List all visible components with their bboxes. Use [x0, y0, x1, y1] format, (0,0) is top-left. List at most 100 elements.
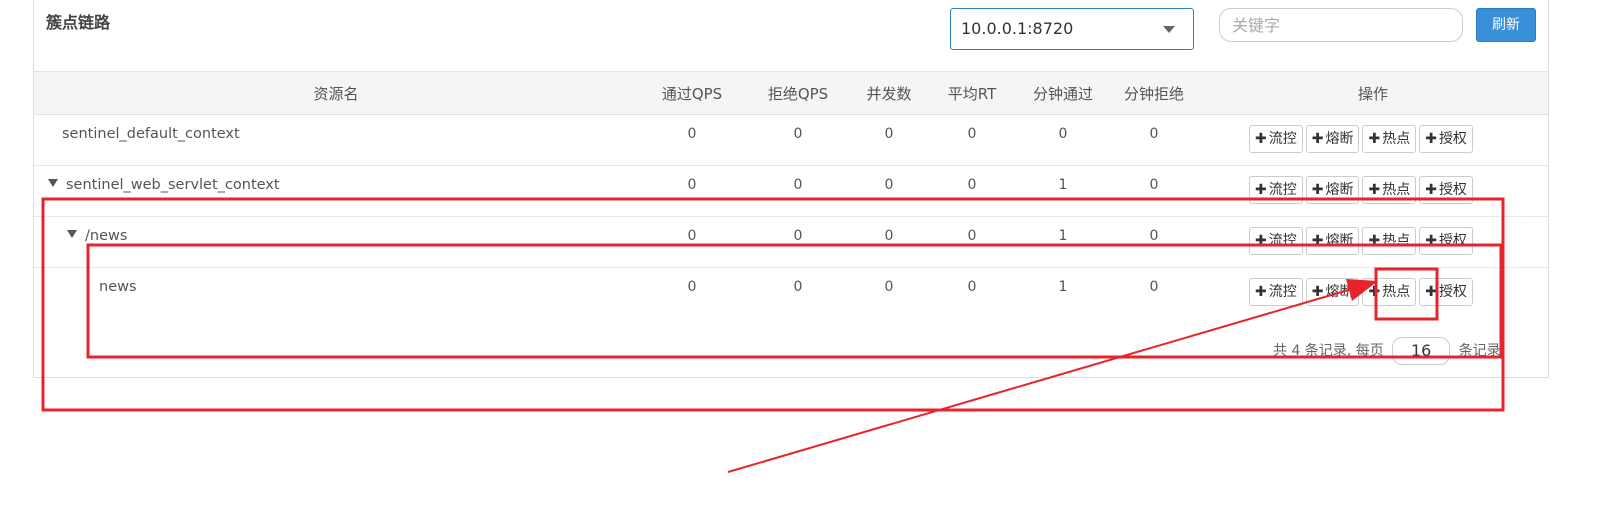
- header-avg-rt: 平均RT: [947, 85, 997, 103]
- add-degrade-rule-button[interactable]: ✚ 熔断: [1305, 176, 1360, 204]
- plus-icon: ✚: [1311, 131, 1324, 147]
- add-hotspot-rule-button[interactable]: ✚ 热点: [1362, 125, 1417, 153]
- op-label: 授权: [1438, 182, 1467, 198]
- add-degrade-rule-button[interactable]: ✚ 熔断: [1305, 125, 1360, 153]
- add-authority-rule-button[interactable]: ✚ 授权: [1419, 227, 1473, 255]
- refresh-button[interactable]: 刷新: [1476, 8, 1536, 42]
- plus-icon: ✚: [1425, 284, 1437, 300]
- add-flow-rule-button[interactable]: ✚ 流控: [1249, 227, 1303, 255]
- chevron-down-icon: [1163, 26, 1175, 33]
- plus-icon: ✚: [1255, 182, 1267, 198]
- table-row: news 0 0 0 0 1 0 ✚ 流控 ✚ 熔断 ✚ 热点 ✚ 授权: [34, 267, 1548, 318]
- table-header: 资源名 通过QPS 拒绝QPS 并发数 平均RT 分钟通过 分钟拒绝 操作: [34, 71, 1548, 115]
- add-flow-rule-button[interactable]: ✚ 流控: [1249, 176, 1303, 204]
- plus-icon: ✚: [1368, 182, 1381, 198]
- minute-block-cell: 0: [1149, 228, 1159, 244]
- op-label: 热点: [1382, 233, 1411, 249]
- concurrency-cell: 0: [884, 177, 894, 193]
- resource-name[interactable]: sentinel_web_servlet_context: [48, 177, 280, 193]
- op-label: 熔断: [1325, 233, 1354, 249]
- header-block-qps: 拒绝QPS: [767, 85, 829, 103]
- op-label: 授权: [1438, 233, 1467, 249]
- avg-rt-cell: 0: [967, 126, 977, 142]
- search-input[interactable]: [1219, 8, 1463, 42]
- minute-pass-cell: 1: [1058, 228, 1068, 244]
- add-hotspot-rule-button[interactable]: ✚ 热点: [1362, 227, 1417, 255]
- cluster-link-panel: 簇点链路 10.0.0.1:8720 刷新 资源名 通过QPS 拒绝QPS 并发…: [33, 0, 1549, 378]
- block-qps-cell: 0: [793, 279, 803, 295]
- minute-block-cell: 0: [1149, 279, 1159, 295]
- avg-rt-cell: 0: [967, 177, 977, 193]
- avg-rt-cell: 0: [967, 228, 977, 244]
- header-pass-qps: 通过QPS: [661, 85, 723, 103]
- op-label: 热点: [1382, 284, 1411, 300]
- op-label: 流控: [1268, 284, 1297, 300]
- add-authority-rule-button[interactable]: ✚ 授权: [1419, 176, 1473, 204]
- add-authority-rule-button[interactable]: ✚ 授权: [1419, 125, 1473, 153]
- op-label: 熔断: [1325, 131, 1354, 147]
- add-authority-rule-button[interactable]: ✚ 授权: [1419, 278, 1473, 306]
- pagination: 共 4 条记录, 每页 16 条记录: [1273, 337, 1501, 365]
- plus-icon: ✚: [1425, 182, 1437, 198]
- resource-name[interactable]: /news: [67, 228, 127, 244]
- page-size-input[interactable]: 16: [1392, 337, 1451, 365]
- header-minute-block: 分钟拒绝: [1123, 85, 1185, 103]
- op-label: 熔断: [1325, 182, 1354, 198]
- header-resource: 资源名: [313, 85, 359, 103]
- minute-pass-cell: 1: [1058, 177, 1068, 193]
- plus-icon: ✚: [1368, 233, 1381, 249]
- header-concurrency: 并发数: [866, 85, 912, 103]
- pass-qps-cell: 0: [687, 279, 697, 295]
- panel-title: 簇点链路: [46, 13, 111, 32]
- op-label: 流控: [1268, 233, 1297, 249]
- pager-suffix: 条记录: [1458, 343, 1501, 359]
- plus-icon: ✚: [1255, 233, 1267, 249]
- concurrency-cell: 0: [884, 126, 894, 142]
- table-row: sentinel_default_context 0 0 0 0 0 0 ✚ 流控…: [34, 114, 1548, 166]
- block-qps-cell: 0: [793, 228, 803, 244]
- row-actions: ✚ 流控 ✚ 熔断 ✚ 热点 ✚ 授权: [1249, 227, 1476, 255]
- op-label: 流控: [1268, 131, 1297, 147]
- op-label: 熔断: [1325, 284, 1354, 300]
- minute-block-cell: 0: [1149, 177, 1159, 193]
- pass-qps-cell: 0: [687, 126, 697, 142]
- block-qps-cell: 0: [793, 126, 803, 142]
- avg-rt-cell: 0: [967, 279, 977, 295]
- machine-select-value: 10.0.0.1:8720: [961, 19, 1074, 38]
- resource-name: news: [99, 279, 137, 295]
- op-label: 授权: [1438, 284, 1467, 300]
- op-label: 热点: [1382, 131, 1411, 147]
- collapse-triangle-icon[interactable]: [67, 230, 77, 238]
- table-row: sentinel_web_servlet_context 0 0 0 0 1 0…: [34, 165, 1548, 217]
- minute-pass-cell: 1: [1058, 279, 1068, 295]
- op-label: 热点: [1382, 182, 1411, 198]
- concurrency-cell: 0: [884, 279, 894, 295]
- add-hotspot-rule-button[interactable]: ✚ 热点: [1362, 176, 1417, 204]
- header-minute-pass: 分钟通过: [1032, 85, 1094, 103]
- collapse-triangle-icon[interactable]: [48, 179, 58, 187]
- concurrency-cell: 0: [884, 228, 894, 244]
- add-flow-rule-button[interactable]: ✚ 流控: [1249, 278, 1303, 306]
- op-label: 流控: [1268, 182, 1297, 198]
- plus-icon: ✚: [1311, 233, 1324, 249]
- op-label: 授权: [1438, 131, 1467, 147]
- resource-name: sentinel_default_context: [62, 126, 240, 142]
- plus-icon: ✚: [1255, 284, 1267, 300]
- add-hotspot-rule-button[interactable]: ✚ 热点: [1362, 278, 1417, 306]
- resource-name-text: sentinel_web_servlet_context: [66, 177, 280, 193]
- add-degrade-rule-button[interactable]: ✚ 熔断: [1305, 227, 1360, 255]
- row-actions: ✚ 流控 ✚ 熔断 ✚ 热点 ✚ 授权: [1249, 278, 1476, 306]
- add-degrade-rule-button[interactable]: ✚ 熔断: [1305, 278, 1360, 306]
- resource-name-text: /news: [85, 228, 128, 244]
- row-actions: ✚ 流控 ✚ 熔断 ✚ 热点 ✚ 授权: [1249, 176, 1476, 204]
- pass-qps-cell: 0: [687, 228, 697, 244]
- plus-icon: ✚: [1311, 182, 1324, 198]
- header-ops: 操作: [1357, 85, 1389, 103]
- machine-select[interactable]: 10.0.0.1:8720: [950, 8, 1194, 50]
- add-flow-rule-button[interactable]: ✚ 流控: [1249, 125, 1303, 153]
- plus-icon: ✚: [1368, 284, 1381, 300]
- plus-icon: ✚: [1425, 233, 1437, 249]
- row-actions: ✚ 流控 ✚ 熔断 ✚ 热点 ✚ 授权: [1249, 125, 1476, 153]
- plus-icon: ✚: [1255, 131, 1267, 147]
- table-row: /news 0 0 0 0 1 0 ✚ 流控 ✚ 熔断 ✚ 热点 ✚ 授权: [34, 216, 1548, 268]
